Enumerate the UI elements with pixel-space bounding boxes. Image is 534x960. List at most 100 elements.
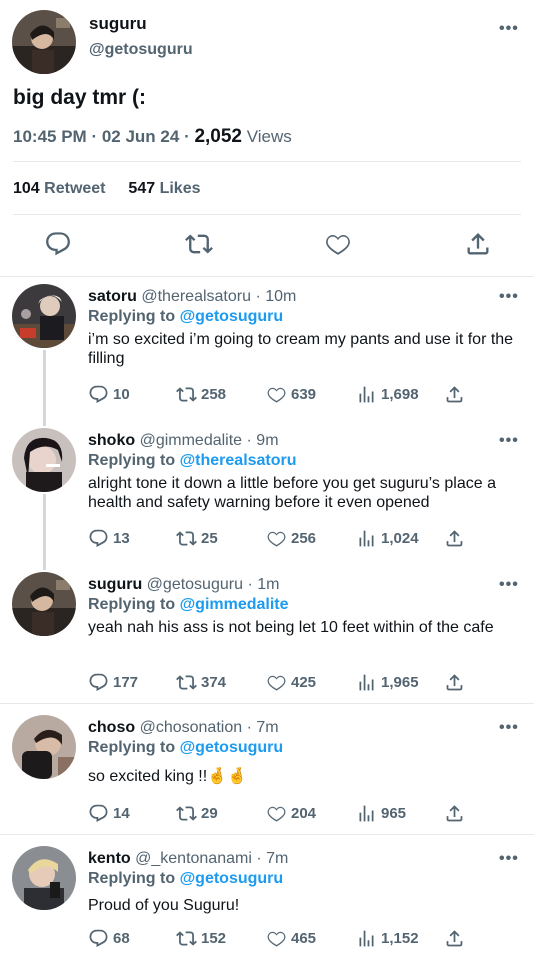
replying-to: Replying to @therealsatoru xyxy=(88,452,297,469)
like-button[interactable]: 204 xyxy=(266,803,316,824)
retweets-stat[interactable]: 104 Retweet xyxy=(13,180,106,197)
reply-avatar[interactable] xyxy=(12,572,76,636)
reply-name[interactable]: suguru xyxy=(88,576,142,593)
more-icon[interactable]: ••• xyxy=(499,20,519,38)
reply-header: shoko @gimmedalite · 9m xyxy=(88,432,279,450)
more-icon[interactable]: ••• xyxy=(499,576,519,594)
reply-icon xyxy=(88,672,109,693)
tweet-meta: 10:45 PM · 02 Jun 24 · 2,052 Views xyxy=(13,126,292,147)
retweet-button[interactable]: 29 xyxy=(176,803,218,824)
reply-time[interactable]: · 1m xyxy=(247,576,279,593)
views-button[interactable]: 1,698 xyxy=(356,384,419,405)
reply-name[interactable]: kento xyxy=(88,850,131,867)
more-icon[interactable]: ••• xyxy=(499,432,519,450)
reply-tweet[interactable]: kento @_kentonanami · 7m ••• Replying to… xyxy=(0,846,534,958)
reply-button[interactable]: 14 xyxy=(88,803,130,824)
share-icon[interactable] xyxy=(464,230,492,258)
mention-link[interactable]: @getosuguru xyxy=(180,308,284,325)
reply-handle[interactable]: @chosonation xyxy=(140,719,243,736)
share-icon xyxy=(444,528,465,549)
reply-tweet[interactable]: choso @chosonation · 7m ••• Replying to … xyxy=(0,715,534,827)
reply-time[interactable]: · 7m xyxy=(256,850,288,867)
retweet-icon xyxy=(176,928,197,949)
replying-to: Replying to @getosuguru xyxy=(88,870,284,887)
reply-avatar[interactable] xyxy=(12,715,76,779)
reply-avatar[interactable] xyxy=(12,846,76,910)
tweet-text: big day tmr (: xyxy=(13,86,147,109)
views-button[interactable]: 1,965 xyxy=(356,672,419,693)
tweet-stats: 104 Retweet 547 Likes xyxy=(13,180,201,198)
reply-name[interactable]: choso xyxy=(88,719,135,736)
reply-name[interactable]: shoko xyxy=(88,432,135,449)
tweet-date[interactable]: 02 Jun 24 xyxy=(102,127,180,146)
reply-tweet[interactable]: shoko @gimmedalite · 9m ••• Replying to … xyxy=(0,428,534,558)
retweet-icon xyxy=(176,672,197,693)
author-avatar[interactable] xyxy=(12,10,76,74)
reply-name[interactable]: satoru xyxy=(88,288,137,305)
more-icon[interactable]: ••• xyxy=(499,850,519,868)
reply-actions: 10 258 639 1,698 xyxy=(88,384,528,408)
views-icon xyxy=(356,528,377,549)
reply-time[interactable]: · 9m xyxy=(247,432,279,449)
reply-handle[interactable]: @getosuguru xyxy=(147,576,243,593)
likes-stat[interactable]: 547 Likes xyxy=(128,180,200,197)
views-button[interactable]: 1,152 xyxy=(356,928,419,949)
mention-link[interactable]: @gimmedalite xyxy=(180,596,289,613)
reply-actions: 68 152 465 1,152 xyxy=(88,928,528,952)
mention-link[interactable]: @getosuguru xyxy=(180,739,284,756)
reply-actions: 177 374 425 1,965 xyxy=(88,672,528,696)
like-button[interactable]: 256 xyxy=(266,528,316,549)
views-icon xyxy=(356,803,377,824)
more-icon[interactable]: ••• xyxy=(499,288,519,306)
like-button[interactable]: 639 xyxy=(266,384,316,405)
reply-icon[interactable] xyxy=(44,230,72,258)
reply-icon xyxy=(88,384,109,405)
share-button[interactable] xyxy=(444,672,465,693)
author-handle[interactable]: @getosuguru xyxy=(89,41,193,59)
author-name[interactable]: suguru xyxy=(89,14,147,34)
divider xyxy=(0,276,534,277)
reply-header: kento @_kentonanami · 7m xyxy=(88,850,288,868)
share-button[interactable] xyxy=(444,528,465,549)
share-icon xyxy=(444,672,465,693)
reply-time[interactable]: · 7m xyxy=(247,719,279,736)
reply-avatar[interactable] xyxy=(12,428,76,492)
reply-button[interactable]: 13 xyxy=(88,528,130,549)
like-button[interactable]: 465 xyxy=(266,928,316,949)
like-button[interactable]: 425 xyxy=(266,672,316,693)
retweet-button[interactable]: 152 xyxy=(176,928,226,949)
tweet-actions xyxy=(0,230,534,262)
more-icon[interactable]: ••• xyxy=(499,719,519,737)
reply-time[interactable]: · 10m xyxy=(255,288,296,305)
like-icon[interactable] xyxy=(324,230,352,258)
reply-handle[interactable]: @gimmedalite xyxy=(140,432,243,449)
share-button[interactable] xyxy=(444,928,465,949)
share-icon xyxy=(444,928,465,949)
reply-handle[interactable]: @therealsatoru xyxy=(141,288,251,305)
reply-button[interactable]: 68 xyxy=(88,928,130,949)
reply-button[interactable]: 10 xyxy=(88,384,130,405)
tweet-time[interactable]: 10:45 PM xyxy=(13,127,87,146)
reply-avatar[interactable] xyxy=(12,284,76,348)
views-icon xyxy=(356,672,377,693)
reply-icon xyxy=(88,803,109,824)
divider xyxy=(13,214,521,215)
reply-actions: 14 29 204 965 xyxy=(88,803,528,827)
retweet-icon xyxy=(176,384,197,405)
share-button[interactable] xyxy=(444,803,465,824)
reply-tweet[interactable]: suguru @getosuguru · 1m ••• Replying to … xyxy=(0,572,534,702)
retweet-icon[interactable] xyxy=(185,230,213,258)
views-button[interactable]: 965 xyxy=(356,803,406,824)
mention-link[interactable]: @getosuguru xyxy=(180,870,284,887)
retweet-button[interactable]: 374 xyxy=(176,672,226,693)
reply-tweet[interactable]: satoru @therealsatoru · 10m ••• Replying… xyxy=(0,284,534,414)
reply-text: so excited king !!🤞🤞 xyxy=(88,768,248,785)
reply-button[interactable]: 177 xyxy=(88,672,138,693)
retweet-button[interactable]: 258 xyxy=(176,384,226,405)
reply-handle[interactable]: @_kentonanami xyxy=(135,850,252,867)
share-button[interactable] xyxy=(444,384,465,405)
retweet-button[interactable]: 25 xyxy=(176,528,218,549)
mention-link[interactable]: @therealsatoru xyxy=(180,452,297,469)
like-icon xyxy=(266,803,287,824)
views-button[interactable]: 1,024 xyxy=(356,528,419,549)
